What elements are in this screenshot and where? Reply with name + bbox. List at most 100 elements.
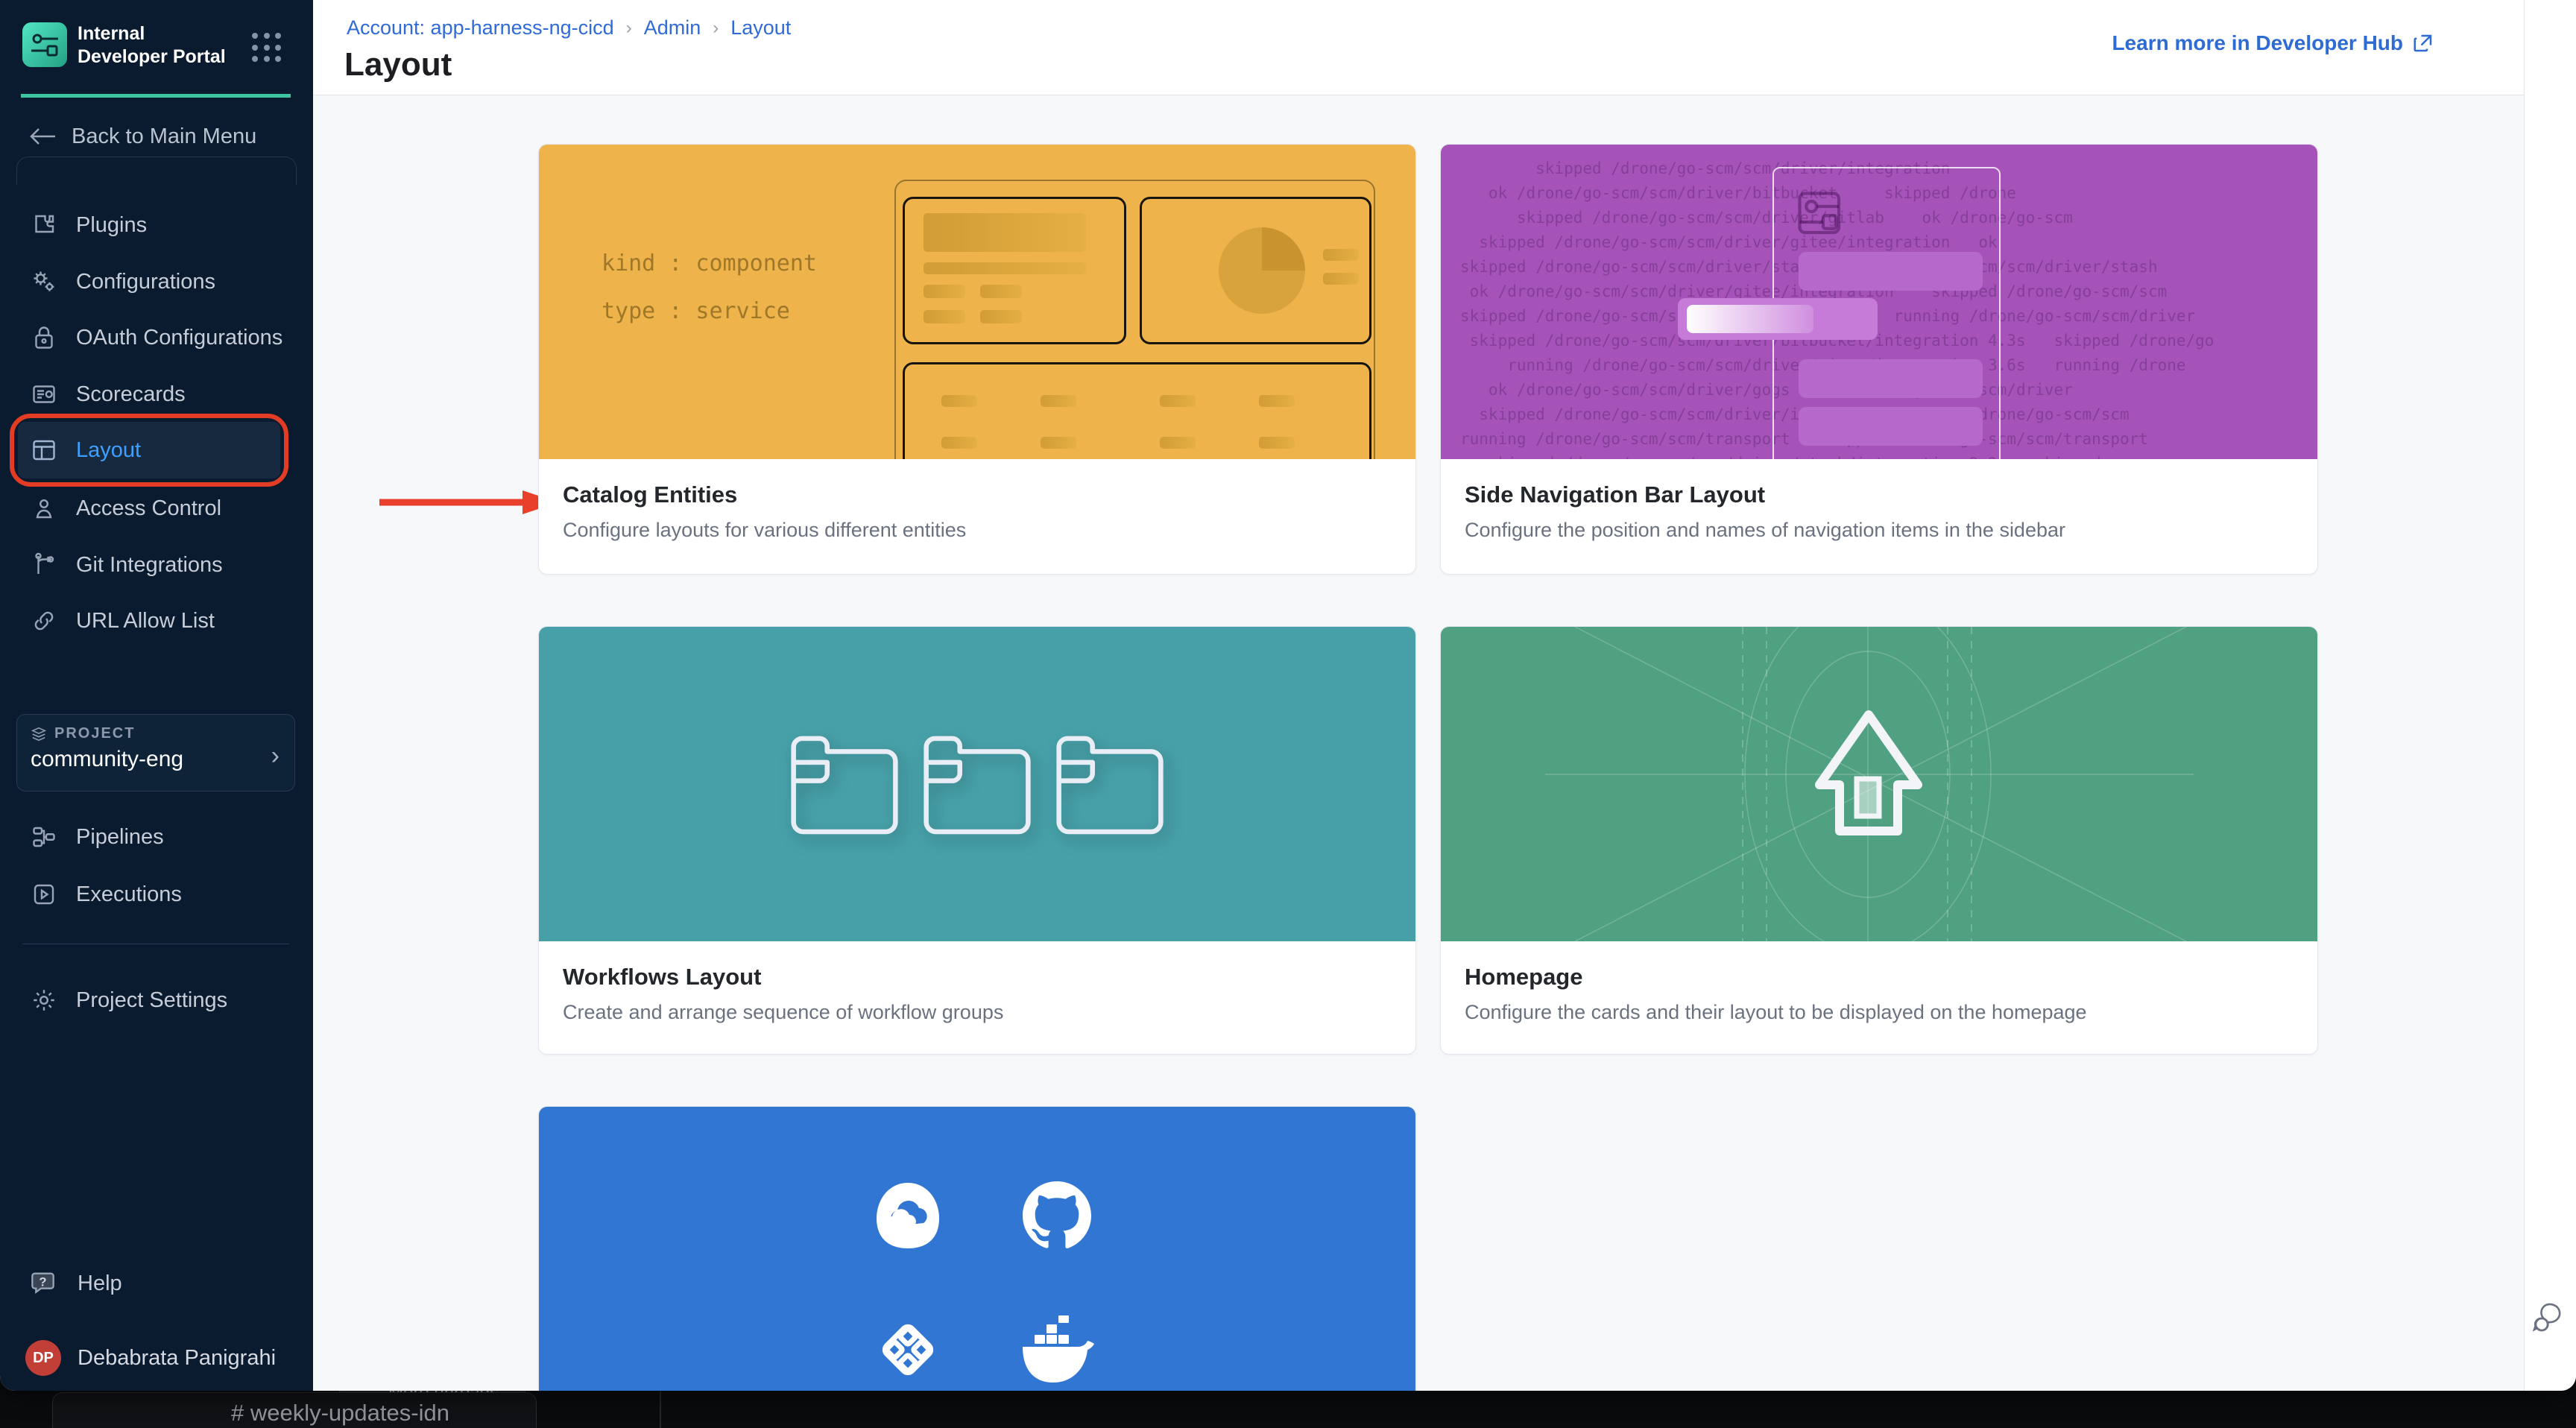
- project-stack-icon: [31, 726, 47, 742]
- idp-logo: [22, 22, 67, 67]
- sidebar-item-label: Project Settings: [76, 988, 227, 1013]
- homepage-art: [1441, 627, 2317, 941]
- card-description: Create and arrange sequence of workflow …: [563, 1001, 1392, 1024]
- help-button[interactable]: ? Help: [30, 1266, 122, 1301]
- card-homepage[interactable]: Homepage Configure the cards and their l…: [1440, 626, 2318, 1055]
- execution-icon: [30, 880, 58, 909]
- workflows-art: [539, 627, 1415, 941]
- gears-icon: [30, 268, 58, 296]
- folder-icon: [785, 728, 904, 840]
- right-rail: [2524, 0, 2576, 1391]
- card-catalog-entities[interactable]: kind : component type : service: [538, 144, 1416, 575]
- person-icon: [30, 494, 58, 522]
- project-name: community-eng: [31, 747, 281, 772]
- breadcrumb-separator: ›: [626, 18, 632, 39]
- integrations-art: [539, 1107, 1415, 1391]
- sidebar-item-label: Executions: [76, 882, 182, 907]
- sidebar-item-label: Scorecards: [76, 382, 186, 407]
- help-label: Help: [78, 1271, 122, 1296]
- user-name: Debabrata Panigrahi: [78, 1346, 276, 1371]
- app-title: Internal Developer Portal: [78, 22, 234, 69]
- sidebar-item-executions[interactable]: Executions: [0, 866, 313, 923]
- card-title: Catalog Entities: [563, 481, 1392, 508]
- sidebar-item-label: URL Allow List: [76, 609, 215, 634]
- sidebar-item-label: Plugins: [76, 213, 147, 238]
- learn-more-label: Learn more in Developer Hub: [2112, 31, 2403, 55]
- house-icon: [1809, 707, 1928, 845]
- breadcrumb-admin-link[interactable]: Admin: [644, 16, 701, 40]
- annotation-arrow: [376, 487, 563, 517]
- sidebar-item-label: Access Control: [76, 496, 221, 521]
- breadcrumb-current[interactable]: Layout: [730, 16, 791, 40]
- page-header: Account: app-harness-ng-cicd › Admin › L…: [313, 0, 2524, 95]
- nav-bar-glyph: [1799, 252, 1983, 291]
- sidebar-item-configurations[interactable]: Configurations: [0, 253, 313, 310]
- sidebar-item-project-settings[interactable]: Project Settings: [0, 972, 313, 1029]
- sidebar-item-oauth-configurations[interactable]: OAuth Configurations: [0, 309, 313, 366]
- sidebar-item-layout[interactable]: Layout: [18, 422, 280, 478]
- learn-more-link[interactable]: Learn more in Developer Hub: [2112, 31, 2434, 55]
- breadcrumb: Account: app-harness-ng-cicd › Admin › L…: [347, 16, 791, 40]
- catalog-code-sample: kind : component type : service: [602, 240, 817, 335]
- page-title: Layout: [344, 46, 452, 83]
- sidebar-item-scorecards[interactable]: Scorecards: [0, 366, 313, 423]
- scorecard-icon: [30, 380, 58, 408]
- chat-bubbles-icon[interactable]: [2531, 1300, 2567, 1336]
- svg-text:?: ?: [39, 1274, 46, 1289]
- link-icon: [30, 607, 58, 635]
- card-side-navigation-bar-layout[interactable]: skipped /drone/go-scm/scm/driver/integra…: [1440, 144, 2318, 575]
- sidebar-item-label: Configurations: [76, 270, 215, 294]
- help-chat-icon: ?: [30, 1269, 60, 1298]
- card-description: Configure layouts for various different …: [563, 519, 1392, 542]
- pie-chart-glyph: [1213, 222, 1310, 319]
- user-menu[interactable]: DP Debabrata Panigrahi: [25, 1339, 276, 1377]
- card-title: Side Navigation Bar Layout: [1465, 481, 2294, 508]
- folder-icon: [1050, 728, 1169, 840]
- gear-icon: [30, 986, 58, 1014]
- external-link-icon: [2412, 32, 2434, 54]
- arrow-left-icon: [30, 127, 55, 145]
- lock-icon: [30, 323, 58, 352]
- sidebar-item-label: OAuth Configurations: [76, 326, 282, 350]
- sidebar-item-access-control[interactable]: Access Control: [0, 480, 313, 537]
- card-description: Configure the cards and their layout to …: [1465, 1001, 2294, 1024]
- side-nav-art: skipped /drone/go-scm/scm/driver/integra…: [1441, 145, 2317, 459]
- puzzle-icon: [30, 211, 58, 239]
- slack-channel-label[interactable]: # weekly-updates-idn: [231, 1400, 449, 1427]
- layout-icon: [30, 436, 58, 464]
- card-title: Workflows Layout: [563, 964, 1392, 991]
- project-eyebrow-label: PROJECT: [54, 725, 135, 742]
- card-integrations[interactable]: [538, 1106, 1416, 1391]
- sidebar-item-url-allow-list[interactable]: URL Allow List: [0, 593, 313, 649]
- catalog-entities-art: kind : component type : service: [539, 145, 1415, 459]
- breadcrumb-account-link[interactable]: Account: app-harness-ng-cicd: [347, 16, 614, 40]
- folder-icon: [918, 728, 1037, 840]
- slack-divider: [660, 1391, 661, 1428]
- card-title: Homepage: [1465, 964, 2294, 991]
- back-to-main-menu[interactable]: Back to Main Menu: [30, 119, 256, 154]
- github-icon: [1023, 1181, 1091, 1250]
- sidebar-item-pipelines[interactable]: Pipelines: [0, 809, 313, 865]
- sidebar: Internal Developer Portal Back to Main M…: [0, 0, 313, 1391]
- pipeline-icon: [30, 823, 58, 851]
- sidebar-item-plugins[interactable]: Plugins: [0, 197, 313, 253]
- nav-panel-edge: [16, 157, 297, 185]
- sidebar-item-git-integrations[interactable]: Git Integrations: [0, 537, 313, 593]
- sidebar-item-label: Pipelines: [76, 825, 164, 850]
- idp-logo-outline-glyph: [1797, 191, 1849, 243]
- card-workflows-layout[interactable]: Workflows Layout Create and arrange sequ…: [538, 626, 1416, 1055]
- accent-rule: [21, 94, 291, 98]
- project-selector[interactable]: PROJECT community-eng ›: [16, 714, 295, 792]
- main-content: kind : component type : service: [313, 95, 2524, 1391]
- sidebar-item-label: Layout: [76, 438, 141, 463]
- card-description: Configure the position and names of navi…: [1465, 519, 2294, 542]
- diamond-lattice-icon: [876, 1309, 940, 1390]
- breadcrumb-separator: ›: [713, 18, 719, 39]
- nav-bar-glyph: [1799, 359, 1983, 398]
- screen: ⌄ More unreads # weekly-updates-idn Inte…: [0, 0, 2576, 1428]
- chevron-right-icon: ›: [271, 742, 280, 771]
- sidebar-item-label: Git Integrations: [76, 553, 223, 578]
- apps-grid-icon[interactable]: [252, 33, 282, 63]
- docker-icon: [1018, 1315, 1096, 1384]
- nav-bar-glyph: [1799, 407, 1983, 446]
